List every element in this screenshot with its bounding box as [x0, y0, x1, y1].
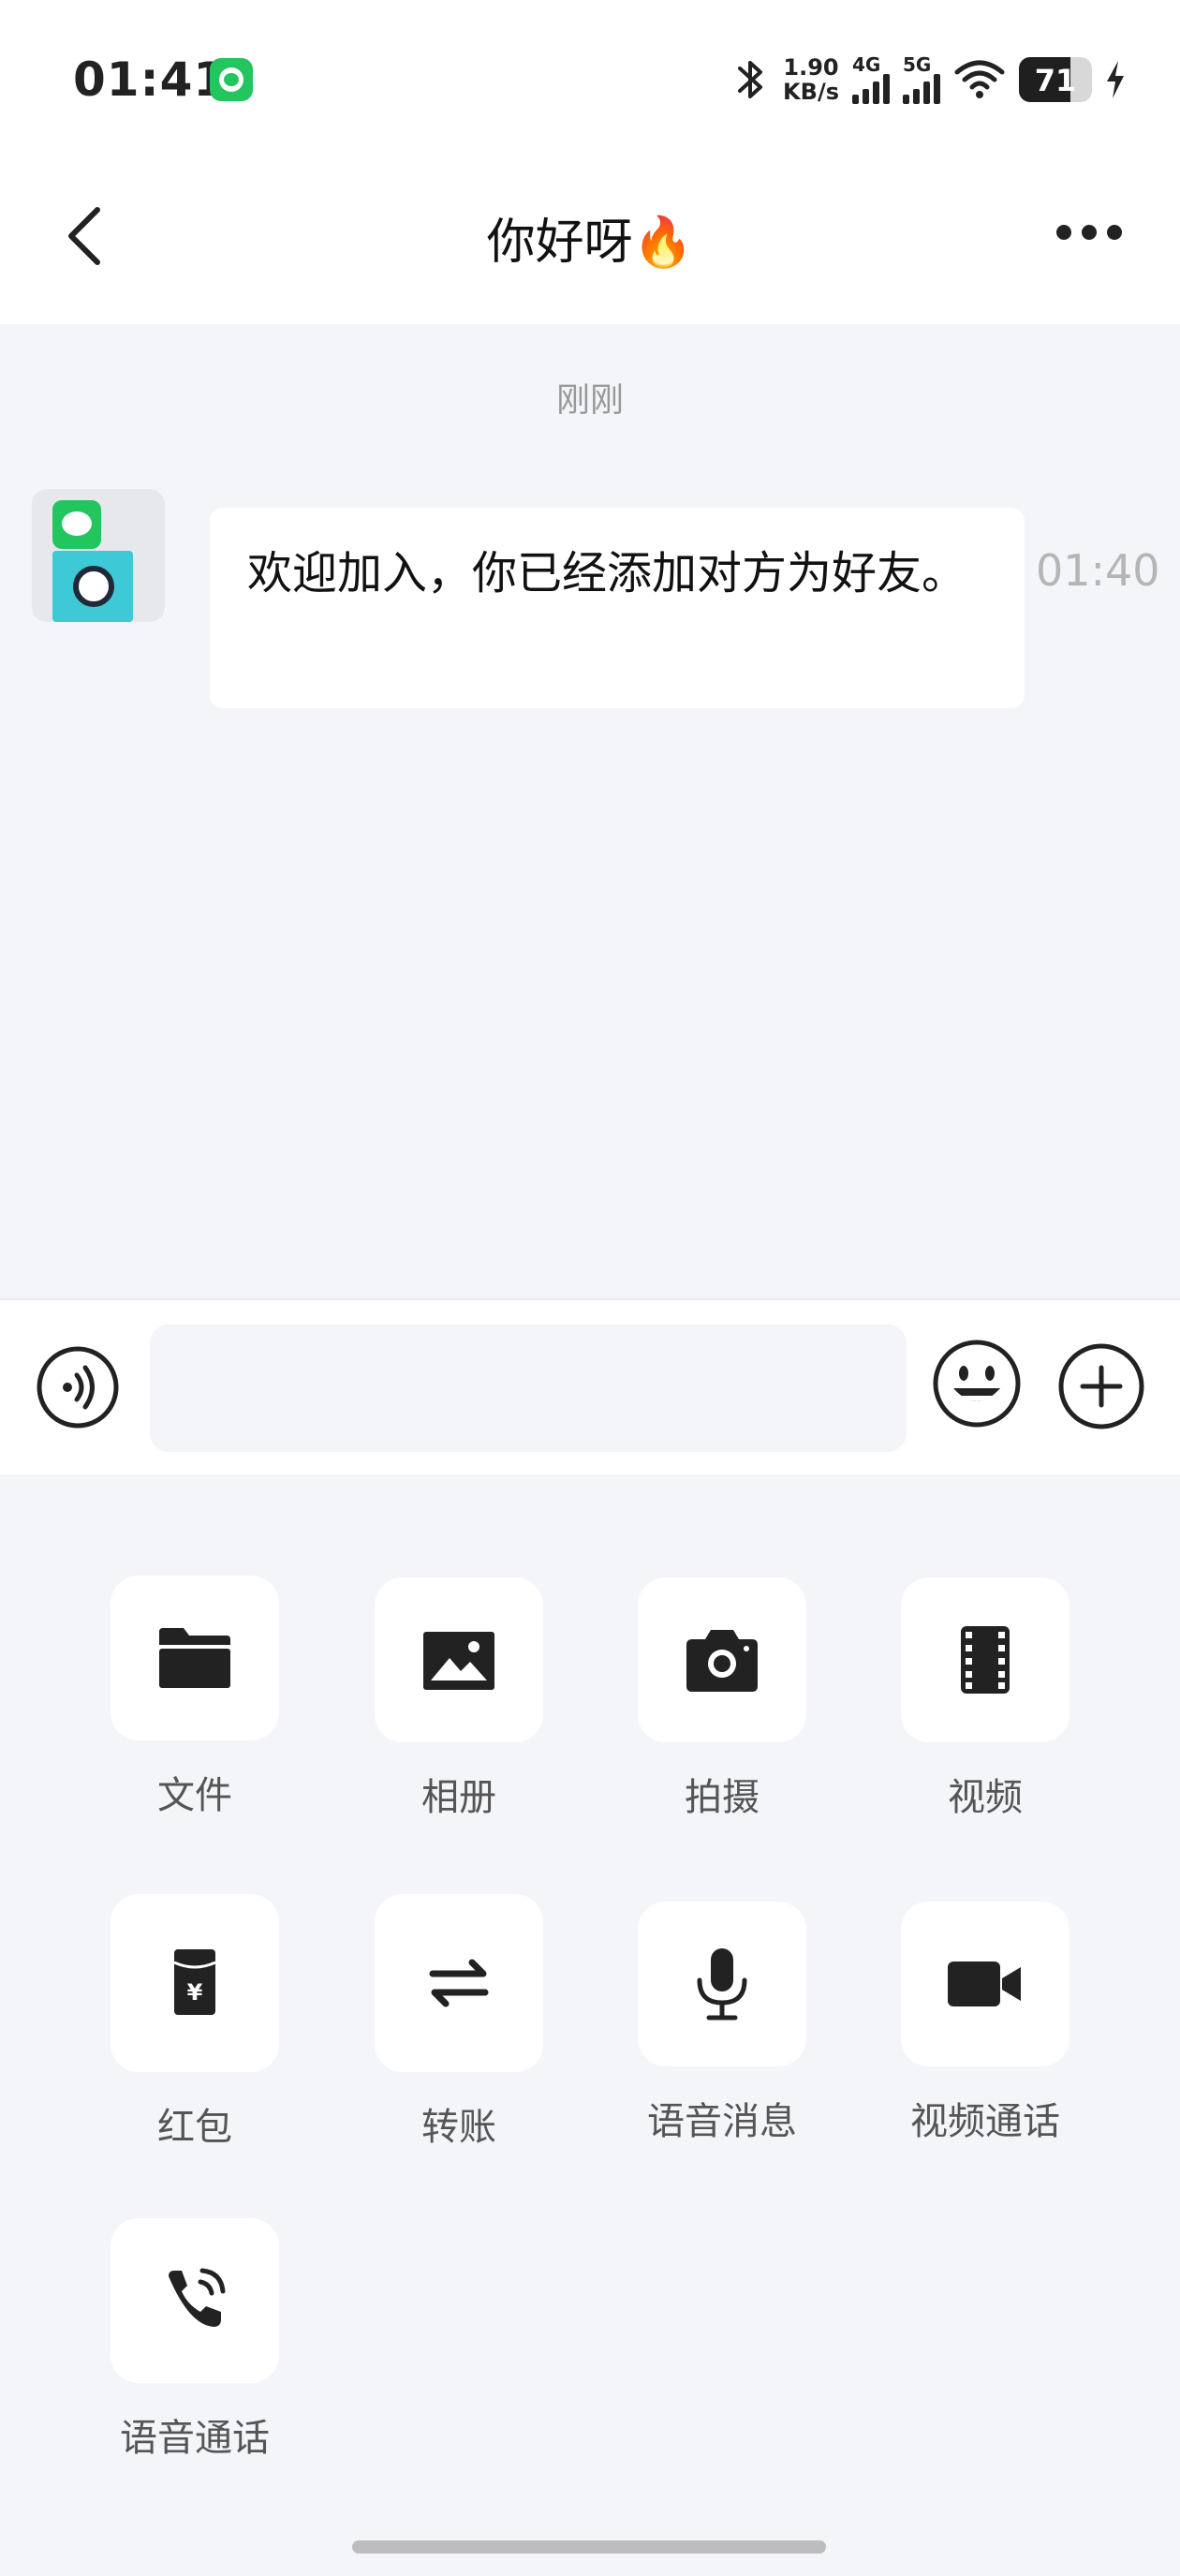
- tool-label: 相册: [421, 1776, 496, 1819]
- tool-label: 拍摄: [685, 1776, 760, 1819]
- folder-icon: [159, 1628, 230, 1688]
- date-separator: 刚刚: [555, 381, 624, 420]
- tool-transfer-button[interactable]: [375, 1894, 543, 2072]
- more-icon[interactable]: [1056, 217, 1122, 247]
- signal-icon: [903, 74, 940, 104]
- tool-album-button[interactable]: [375, 1577, 543, 1742]
- film-icon: [961, 1626, 1010, 1694]
- image-icon: [423, 1632, 494, 1690]
- tool-label: 语音消息: [647, 2100, 797, 2143]
- message-time: 01:40: [1036, 545, 1160, 596]
- signal-icon: [852, 74, 890, 104]
- tool-label: 红包: [157, 2106, 232, 2149]
- message-bubble[interactable]: 欢迎加入，你已经添加对方为好友。: [210, 508, 1025, 708]
- tool-transfer[interactable]: 转账: [347, 1894, 571, 2151]
- wifi-icon: [954, 60, 1005, 98]
- status-bar: 01:41 1.90 KB/s 4G 5G 71: [0, 0, 1180, 159]
- battery-level: 71: [1034, 63, 1077, 98]
- input-bar: [0, 1298, 1180, 1474]
- signal-5g: 5G: [903, 55, 940, 104]
- page-title: 你好呀🔥: [486, 215, 694, 271]
- tool-label: 视频通话: [910, 2100, 1060, 2143]
- net-speed: 1.90 KB/s: [783, 55, 839, 104]
- tools-panel: 文件 相册 拍摄 视频 ¥ 红包 转账 语音消息 视频通话 语音通话: [0, 1474, 1180, 2576]
- signal-5g-label: 5G: [903, 53, 932, 76]
- tool-video-call-button[interactable]: [901, 1902, 1069, 2066]
- transfer-icon: [429, 1959, 489, 2007]
- tool-file-button[interactable]: [111, 1576, 279, 1740]
- tool-video-button[interactable]: [901, 1577, 1069, 1742]
- voice-mode-icon[interactable]: [36, 1345, 120, 1429]
- tool-voice-call[interactable]: 语音通话: [82, 2218, 307, 2462]
- tool-camera[interactable]: 拍摄: [610, 1577, 834, 1821]
- tool-album[interactable]: 相册: [347, 1577, 571, 1821]
- chat-header: 你好呀🔥: [0, 159, 1180, 324]
- camera-icon: [686, 1630, 758, 1692]
- app-notification-icon: [210, 58, 253, 101]
- microphone-icon: [697, 1948, 747, 2021]
- signal-4g: 4G: [852, 55, 890, 104]
- avatar[interactable]: [32, 489, 165, 622]
- tool-label: 文件: [157, 1774, 232, 1817]
- video-camera-icon: [948, 1962, 1021, 2006]
- tool-voice-call-button[interactable]: [111, 2218, 279, 2383]
- signal-4g-label: 4G: [852, 53, 881, 76]
- tool-label: 转账: [421, 2106, 496, 2149]
- tool-label: 语音通话: [120, 2417, 270, 2460]
- tool-voice-message-button[interactable]: [638, 1902, 806, 2066]
- tool-voice-message[interactable]: 语音消息: [610, 1902, 834, 2145]
- phone-call-icon: [169, 2268, 226, 2327]
- message-list[interactable]: 刚刚 欢迎加入，你已经添加对方为好友。 01:40: [0, 324, 1180, 1298]
- tool-red-packet-button[interactable]: ¥: [111, 1894, 279, 2072]
- charging-icon: [1107, 61, 1124, 98]
- emoji-icon[interactable]: [931, 1338, 1023, 1429]
- battery-icon: 71: [1019, 57, 1092, 102]
- tool-video-call[interactable]: 视频通话: [873, 1902, 1098, 2145]
- net-speed-value: 1.90: [783, 54, 839, 81]
- status-icons: 1.90 KB/s 4G 5G 71: [732, 49, 1126, 111]
- net-speed-unit: KB/s: [783, 79, 839, 105]
- red-packet-icon: ¥: [173, 1949, 216, 2015]
- svg-text:¥: ¥: [187, 1979, 203, 2006]
- status-time: 01:41: [73, 52, 228, 107]
- home-indicator[interactable]: [352, 2540, 826, 2554]
- tool-video[interactable]: 视频: [873, 1577, 1098, 1821]
- bluetooth-icon: [738, 61, 763, 98]
- tool-camera-button[interactable]: [638, 1577, 806, 1742]
- tool-file[interactable]: 文件: [82, 1576, 307, 1819]
- tool-red-packet[interactable]: ¥ 红包: [82, 1894, 307, 2151]
- tool-label: 视频: [948, 1776, 1023, 1819]
- plus-icon[interactable]: [1056, 1341, 1146, 1431]
- message-input[interactable]: [150, 1325, 907, 1452]
